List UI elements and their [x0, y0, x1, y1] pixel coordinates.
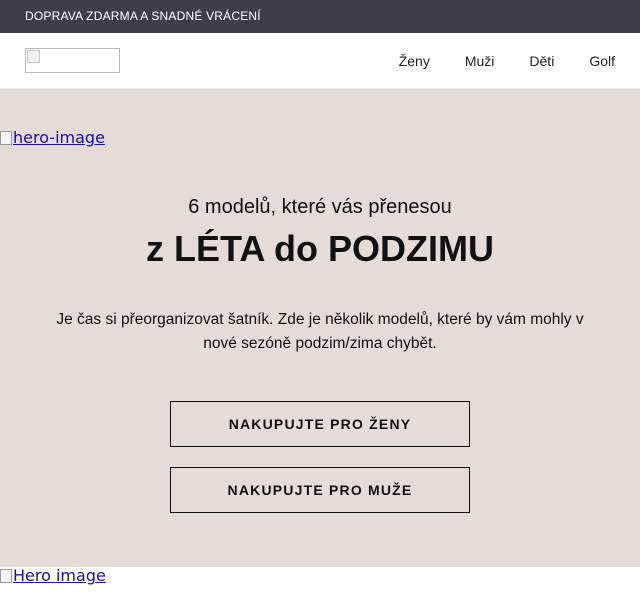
shop-men-button[interactable]: NAKUPUJTE PRO MUŽE — [170, 467, 470, 513]
broken-image-icon — [0, 568, 12, 583]
nav-item-zeny[interactable]: Ženy — [399, 53, 430, 69]
hero-section: hero-image 6 modelů, které vás přenesou … — [0, 89, 640, 567]
hero-description: Je čas si přeorganizovat šatník. Zde je … — [56, 311, 584, 352]
shipping-banner-text: DOPRAVA ZDARMA A SNADNÉ VRÁCENÍ — [25, 9, 261, 23]
nav-item-deti[interactable]: Děti — [529, 53, 554, 69]
nav-item-golf[interactable]: Golf — [589, 53, 615, 69]
hero-image-link[interactable]: hero-image — [0, 128, 105, 147]
bottom-hero-image-link[interactable]: Hero image — [0, 566, 106, 585]
hero-title: z LÉTA do PODZIMU — [146, 228, 494, 269]
hero-pre-title: 6 modelů, které vás přenesou — [188, 196, 452, 218]
nav-item-muzi[interactable]: Muži — [465, 53, 495, 69]
shipping-banner: DOPRAVA ZDARMA A SNADNÉ VRÁCENÍ — [0, 0, 640, 33]
broken-image-icon — [0, 130, 12, 145]
shop-women-button[interactable]: NAKUPUJTE PRO ŽENY — [170, 401, 470, 447]
nav-menu: Ženy Muži Děti Golf — [399, 33, 615, 89]
main-navigation: Ženy Muži Děti Golf — [0, 33, 640, 89]
brand-logo[interactable] — [25, 48, 120, 73]
hero-image-alt: hero-image — [13, 128, 105, 147]
bottom-hero-image-alt: Hero image — [13, 566, 106, 585]
